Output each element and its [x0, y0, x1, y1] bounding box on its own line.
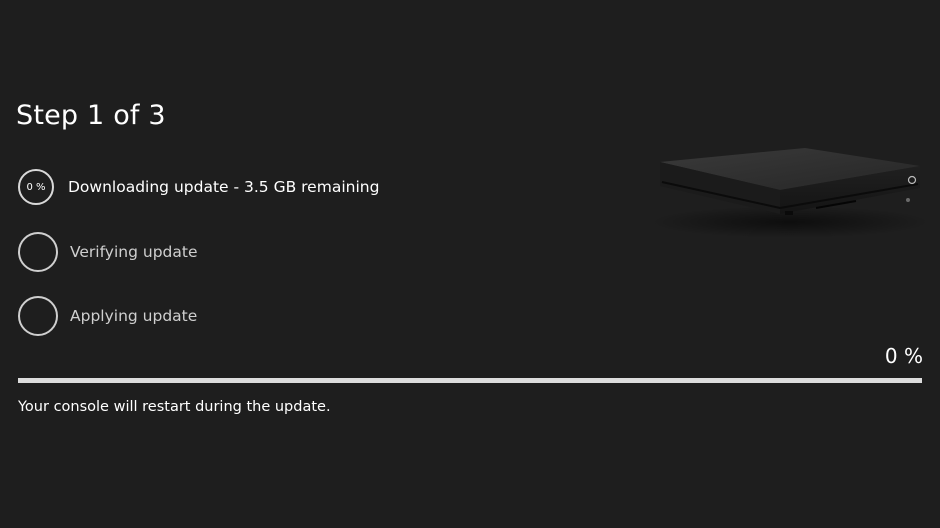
step-applying: Applying update: [18, 296, 197, 336]
step-title: Step 1 of 3: [16, 100, 166, 131]
console-icon: [640, 140, 930, 240]
step-pending-circle-icon: [18, 232, 58, 272]
step-downloading: 0 % Downloading update - 3.5 GB remainin…: [18, 169, 379, 205]
step-progress-percent: 0 %: [26, 181, 46, 193]
step-label-applying: Applying update: [70, 307, 198, 325]
step-pending-circle-icon: [18, 296, 58, 336]
progress-bar: [18, 378, 922, 383]
step-verifying: Verifying update: [18, 232, 197, 272]
step-label-verifying: Verifying update: [70, 243, 198, 261]
restart-note: Your console will restart during the upd…: [18, 399, 331, 415]
progress-percent-label: 0 %: [884, 344, 923, 368]
step-label-downloading: Downloading update - 3.5 GB remaining: [68, 178, 380, 196]
step-progress-badge: 0 %: [18, 169, 54, 205]
